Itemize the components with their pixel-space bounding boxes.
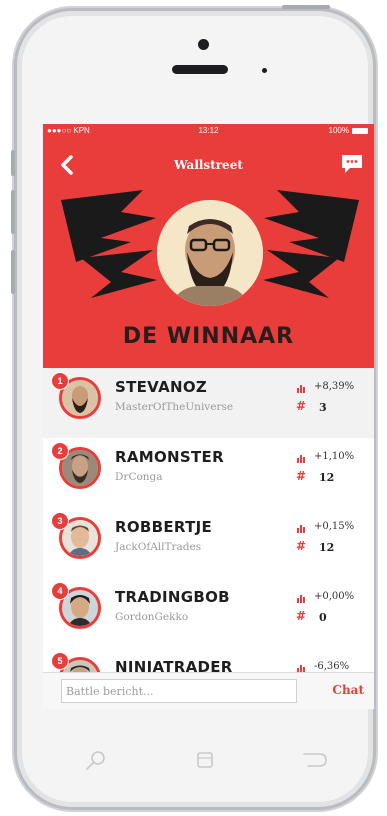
user-handle: JackOfAllTrades [115,541,202,553]
user-handle: MasterOfTheUniverse [115,401,234,413]
bar-chart-icon [297,525,305,533]
battery-indicator: 100% [329,124,368,138]
percentage-change: +1,10% [314,451,355,462]
username: NINJATRADER [115,658,233,673]
bar-chart-icon [297,455,305,463]
power-button [282,5,330,9]
winner-banner: Wallstreet DE WINNAAR [43,138,374,368]
trade-count: 12 [319,471,335,484]
leaderboard-row[interactable]: 2 RAMONSTER DrConga +1,10% # 12 [43,438,374,509]
winner-heading: DE WINNAAR [122,324,295,349]
speech-bubble-icon[interactable] [340,153,364,175]
square-icon[interactable] [196,751,214,769]
winner-avatar [157,200,263,306]
hash-icon: # [296,539,307,553]
right-lightning-icon [263,190,359,298]
user-handle: DrConga [115,471,163,483]
rank-badge: 5 [51,652,69,670]
leaderboard-row[interactable]: 1 STEVANOZ MasterOfTheUniverse +8,39% # … [43,368,374,439]
earpiece-speaker [172,65,228,74]
percentage-change: +0,15% [314,521,355,532]
rank-badge: 1 [51,372,69,390]
hash-icon: # [296,469,307,483]
percentage-change: +0,00% [314,591,355,602]
status-bar: ●●●○○ KPN 13:12 100% [43,124,374,138]
username: TRADINGBOB [115,588,230,606]
percentage-change: -6,36% [314,661,350,672]
user-handle: GordonGekko [115,611,189,623]
percentage-change: +8,39% [314,381,355,392]
trade-count: 0 [319,611,327,624]
front-camera [198,39,209,50]
leaderboard-row[interactable]: 5 NINJATRADER -6,36% [43,648,374,673]
bar-chart-icon [297,595,305,603]
hash-icon: # [296,399,307,413]
clock-label: 13:12 [198,126,219,135]
page-title: Wallstreet [174,158,243,172]
username: STEVANOZ [115,378,208,396]
rank-badge: 2 [51,442,69,460]
hash-icon: # [296,609,307,623]
leaderboard-row[interactable]: 4 TRADINGBOB GordonGekko +0,00% # 0 [43,578,374,649]
winner-portrait-icon [157,200,263,306]
mute-switch [11,150,15,176]
battery-icon [352,127,368,134]
battery-label: 100% [328,126,349,135]
rank-badge: 4 [51,582,69,600]
app-screen: ●●●○○ KPN 13:12 100% Wallstreet DE WINNA… [43,124,374,709]
bar-chart-icon [297,385,305,393]
rank-badge: 3 [51,512,69,530]
back-arrow-icon[interactable] [302,751,328,769]
volume-down-button [11,250,15,294]
leaderboard-row[interactable]: 3 ROBBERTJE JackOfAllTrades +0,15% # 12 [43,508,374,579]
message-composer: Battle bericht... Chat [43,672,374,709]
volume-up-button [11,190,15,234]
username: RAMONSTER [115,448,224,466]
username: ROBBERTJE [115,518,213,536]
trade-count: 3 [319,401,327,414]
left-lightning-icon [61,190,157,298]
trade-count: 12 [319,541,335,554]
proximity-sensor [262,68,267,73]
battle-message-input[interactable]: Battle bericht... [61,679,297,703]
search-icon[interactable] [84,748,108,772]
chat-send-button[interactable]: Chat [332,683,364,697]
